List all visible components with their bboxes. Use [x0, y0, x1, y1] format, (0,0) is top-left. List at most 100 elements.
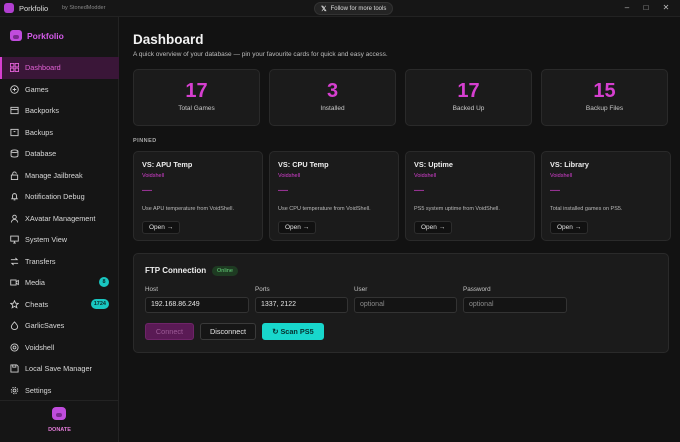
sidebar-item-cheats[interactable]: Cheats 1724 — [0, 294, 119, 316]
sidebar-item-dashboard[interactable]: Dashboard — [0, 57, 119, 79]
pinned-card-source: Voidshell — [142, 173, 165, 179]
sidebar-item-label: Settings — [25, 385, 52, 395]
ftp-connection-panel: FTP Connection Online Host 192.168.86.24… — [133, 253, 669, 353]
bell-icon — [11, 193, 18, 201]
scan-ps5-button[interactable]: ↻ Scan PS5 — [262, 323, 324, 340]
disconnect-button[interactable]: Disconnect — [200, 323, 256, 340]
sidebar-item-transfers[interactable]: Transfers — [0, 251, 119, 273]
donate-label: DONATE — [48, 427, 71, 433]
open-button[interactable]: Open → — [414, 221, 453, 234]
sidebar-item-backporks[interactable]: Backporks — [0, 100, 119, 122]
sidebar-item-label: Backups — [25, 127, 53, 137]
user-input[interactable]: optional — [354, 297, 457, 313]
pinned-card-title: VS: Library — [550, 160, 589, 169]
transfer-icon — [10, 257, 19, 266]
pinned-card-uptime: VS: Uptime Voidshell — PS5 system uptime… — [405, 151, 535, 241]
shell-icon — [10, 343, 19, 352]
sidebar-item-label: Database — [25, 149, 57, 159]
pinned-card-title: VS: CPU Temp — [278, 160, 329, 169]
grid-icon — [10, 63, 19, 73]
sidebar-item-garlicsaves[interactable]: GarlicSaves — [0, 315, 119, 337]
ftp-title: FTP Connection — [145, 266, 207, 275]
star-icon — [10, 299, 19, 309]
sidebar-item-label: Cheats — [25, 299, 49, 309]
ports-input[interactable]: 1337, 2122 — [255, 297, 348, 313]
pinned-section-label: PINNED — [133, 138, 157, 144]
password-label: Password — [463, 286, 491, 293]
sidebar-nav: Dashboard Games Backporks Backups Databa… — [0, 57, 119, 401]
sidebar-item-voidshell[interactable]: Voidshell — [0, 337, 119, 359]
connect-button[interactable]: Connect — [145, 323, 194, 340]
pinned-card-apu-temp: VS: APU Temp Voidshell — Use APU tempera… — [133, 151, 263, 241]
host-input[interactable]: 192.168.86.249 — [145, 297, 249, 313]
database-icon — [10, 149, 19, 158]
open-button[interactable]: Open → — [550, 221, 589, 234]
main-content: Dashboard A quick overview of your datab… — [120, 17, 680, 442]
sidebar-item-settings[interactable]: Settings — [0, 380, 119, 402]
stat-card-backed-up[interactable]: 17 Backed Up — [405, 69, 532, 126]
stat-card-installed[interactable]: 3 Installed — [269, 69, 396, 126]
app-icon — [4, 3, 14, 13]
x-logo-icon: 𝕏 — [321, 5, 327, 13]
sidebar-item-local-save-manager[interactable]: Local Save Manager — [0, 358, 119, 380]
stat-card-total-games[interactable]: 17 Total Games — [133, 69, 260, 126]
open-button[interactable]: Open → — [278, 221, 317, 234]
open-button[interactable]: Open → — [142, 221, 181, 234]
title-bar: Porkfolio by StonedModder 𝕏 Follow for m… — [0, 0, 680, 17]
brand[interactable]: Porkfolio — [10, 30, 64, 41]
status-badge: Online — [212, 266, 238, 276]
pinned-card-value: — — [142, 185, 152, 196]
stat-label: Backup Files — [585, 105, 624, 112]
sidebar: Porkfolio Dashboard Games Backporks Back… — [0, 17, 119, 442]
follow-label: Follow for more tools — [330, 5, 387, 12]
host-label: Host — [145, 286, 158, 293]
password-input[interactable]: optional — [463, 297, 567, 313]
pinned-card-source: Voidshell — [550, 173, 573, 179]
minimize-button[interactable]: – — [619, 2, 635, 14]
pinned-card-description: Total installed games on PS5. — [550, 206, 623, 212]
sidebar-item-games[interactable]: Games — [0, 79, 119, 101]
donate-button[interactable]: DONATE — [0, 400, 119, 442]
pinned-card-value: — — [414, 185, 424, 196]
user-label: User — [354, 286, 368, 293]
stat-value: 17 — [185, 80, 208, 102]
follow-button[interactable]: 𝕏 Follow for more tools — [314, 2, 394, 15]
sidebar-item-label: Backporks — [25, 106, 60, 116]
maximize-button[interactable]: □ — [638, 2, 654, 14]
sidebar-item-manage-jailbreak[interactable]: Manage Jailbreak — [0, 165, 119, 187]
unlock-icon — [10, 171, 19, 180]
app-name: Porkfolio — [19, 4, 49, 13]
pinned-card-description: PS5 system uptime from VoidShell. — [414, 206, 500, 212]
sidebar-item-label: Dashboard — [25, 63, 61, 73]
sidebar-item-label: XAvatar Management — [25, 213, 96, 223]
sidebar-item-label: GarlicSaves — [25, 321, 65, 331]
sidebar-item-database[interactable]: Database — [0, 143, 119, 165]
sidebar-item-xavatar-management[interactable]: XAvatar Management — [0, 208, 119, 230]
stat-value: 3 — [326, 80, 339, 102]
pinned-card-value: — — [278, 185, 288, 196]
sidebar-item-label: Media — [25, 278, 45, 288]
pinned-card-title: VS: Uptime — [414, 160, 453, 169]
gear-icon — [10, 386, 19, 394]
close-button[interactable]: ✕ — [658, 2, 674, 14]
brand-name: Porkfolio — [27, 30, 64, 41]
pig-donate-icon — [52, 407, 66, 420]
sidebar-item-label: Local Save Manager — [25, 364, 92, 374]
sidebar-item-media[interactable]: Media 8 — [0, 272, 119, 294]
video-icon — [10, 279, 19, 286]
pinned-card-cpu-temp: VS: CPU Temp Voidshell — Use CPU tempera… — [269, 151, 399, 241]
ports-label: Ports — [255, 286, 270, 293]
sidebar-item-notification-debug[interactable]: Notification Debug — [0, 186, 119, 208]
pinned-card-source: Voidshell — [278, 173, 301, 179]
archive-icon — [10, 128, 19, 136]
garlic-icon — [10, 321, 19, 331]
sidebar-item-label: Notification Debug — [25, 192, 85, 202]
sidebar-item-label: Voidshell — [25, 342, 55, 352]
sidebar-item-label: System View — [25, 235, 68, 245]
pinned-card-description: Use APU temperature from VoidShell. — [142, 206, 235, 212]
sidebar-item-system-view[interactable]: System View — [0, 229, 119, 251]
sidebar-item-backups[interactable]: Backups — [0, 122, 119, 144]
sidebar-item-label: Games — [25, 84, 49, 94]
stat-card-backup-files[interactable]: 15 Backup Files — [541, 69, 668, 126]
pinned-card-description: Use CPU temperature from VoidShell. — [278, 206, 371, 212]
